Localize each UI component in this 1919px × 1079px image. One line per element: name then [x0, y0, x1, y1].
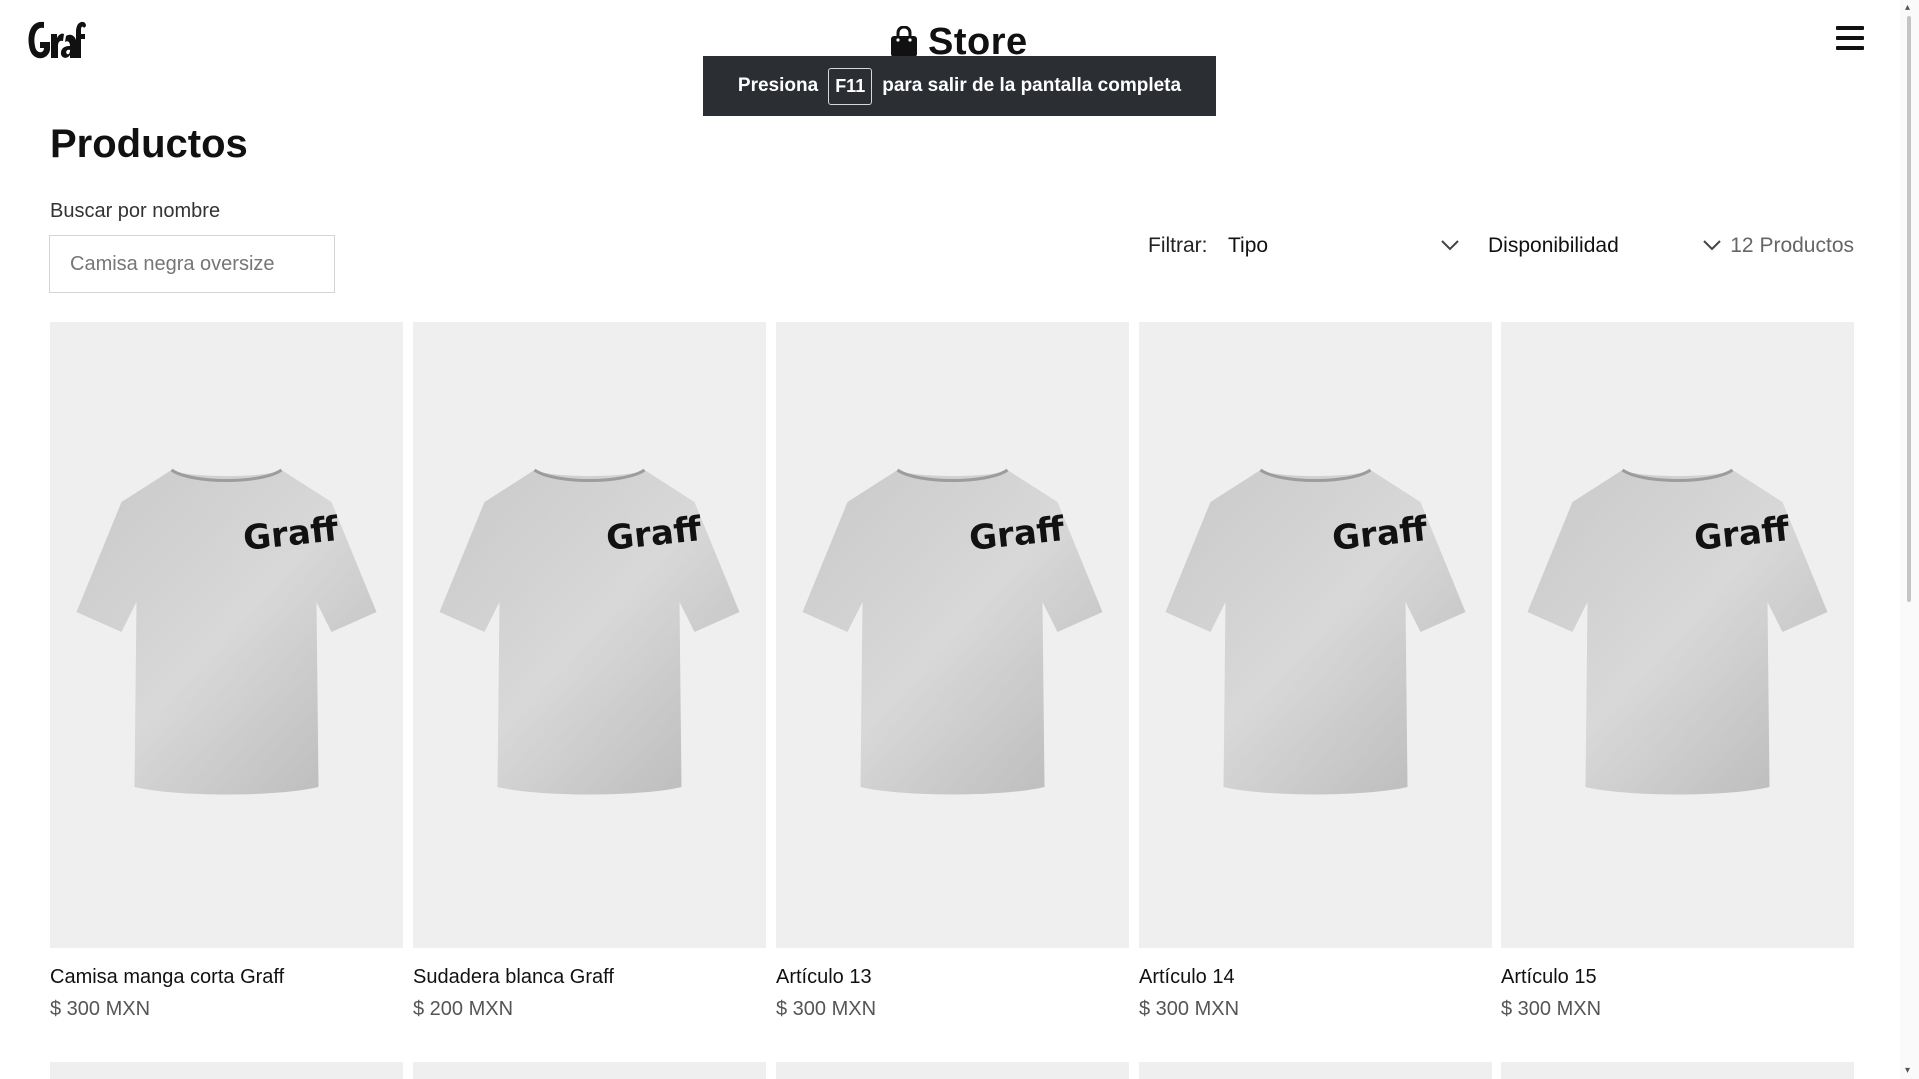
page: Store Presiona F11 para salir de la pant… [0, 0, 1900, 1079]
menu-line [1836, 46, 1864, 50]
scroll-up-arrow-icon[interactable]: ▴ [1905, 3, 1915, 13]
scroll-down-arrow-icon[interactable]: ▾ [1905, 1066, 1915, 1076]
tshirt-icon: Graff [439, 468, 740, 795]
product-image[interactable]: Graff [50, 322, 403, 948]
graff-logo[interactable] [24, 12, 88, 68]
toast-key: F11 [828, 67, 873, 105]
tshirt-icon: Graff [76, 468, 377, 795]
chevron-down-icon [1703, 240, 1721, 251]
product-image-placeholder[interactable] [50, 1062, 403, 1079]
product-image-placeholder[interactable] [776, 1062, 1129, 1079]
toast-prefix: Presiona [737, 75, 819, 96]
product-price: $ 300 MXN [50, 998, 151, 1020]
product-image[interactable]: Graff [1501, 322, 1854, 948]
product-image-placeholder[interactable] [1501, 1062, 1854, 1079]
type-filter-value: Tipo [1228, 234, 1269, 257]
product-image-placeholder[interactable] [413, 1062, 766, 1079]
product-count: 12 Productos [1730, 234, 1854, 257]
filter-bar: Filtrar: Tipo Disponibilidad 12 Producto… [1148, 230, 1854, 260]
product-name[interactable]: Artículo 15 [1501, 966, 1597, 989]
product-card[interactable]: Graff Artículo 15 $ 300 MXN [1501, 322, 1854, 1020]
scrollbar-thumb[interactable] [1907, 16, 1911, 602]
chevron-down-icon [1441, 240, 1459, 251]
product-card[interactable]: Graff Artículo 13 $ 300 MXN [776, 322, 1129, 1020]
type-filter-select[interactable]: Tipo [1228, 230, 1459, 262]
product-card[interactable]: Graff Camisa manga corta Graff $ 300 MXN [50, 322, 403, 1020]
filter-label: Filtrar: [1148, 234, 1208, 257]
product-name[interactable]: Camisa manga corta Graff [50, 966, 284, 989]
availability-filter-select[interactable]: Disponibilidad [1488, 230, 1721, 262]
availability-filter-value: Disponibilidad [1488, 234, 1619, 257]
product-image[interactable]: Graff [776, 322, 1129, 948]
product-image-placeholder[interactable] [1139, 1062, 1492, 1079]
search-input[interactable] [49, 235, 335, 293]
menu-line [1836, 26, 1864, 30]
tshirt-icon: Graff [1527, 468, 1828, 795]
product-name[interactable]: Artículo 13 [776, 966, 872, 989]
product-name[interactable]: Sudadera blanca Graff [413, 966, 614, 989]
product-image[interactable]: Graff [413, 322, 766, 948]
shopping-bag-icon [891, 26, 917, 57]
fullscreen-exit-toast: Presiona F11 para salir de la pantalla c… [703, 56, 1216, 116]
menu-line [1836, 36, 1864, 40]
page-title: Productos [50, 122, 248, 166]
product-price: $ 300 MXN [1139, 998, 1240, 1020]
product-grid-next-row [50, 1062, 1854, 1079]
vertical-scrollbar[interactable]: ▴ ▾ [1900, 0, 1919, 1079]
product-image[interactable]: Graff [1139, 322, 1492, 948]
tshirt-icon: Graff [1165, 468, 1466, 795]
hamburger-menu-button[interactable] [1834, 26, 1866, 56]
product-price: $ 200 MXN [413, 998, 514, 1020]
product-price: $ 300 MXN [1501, 998, 1602, 1020]
tshirt-icon: Graff [802, 468, 1103, 795]
search-label: Buscar por nombre [50, 200, 221, 222]
toast-suffix: para salir de la pantalla completa [882, 75, 1182, 96]
graff-logo-icon [28, 21, 86, 59]
product-card[interactable]: Graff Sudadera blanca Graff $ 200 MXN [413, 322, 766, 1020]
product-price: $ 300 MXN [776, 998, 877, 1020]
product-name[interactable]: Artículo 14 [1139, 966, 1235, 989]
product-card[interactable]: Graff Artículo 14 $ 300 MXN [1139, 322, 1492, 1020]
